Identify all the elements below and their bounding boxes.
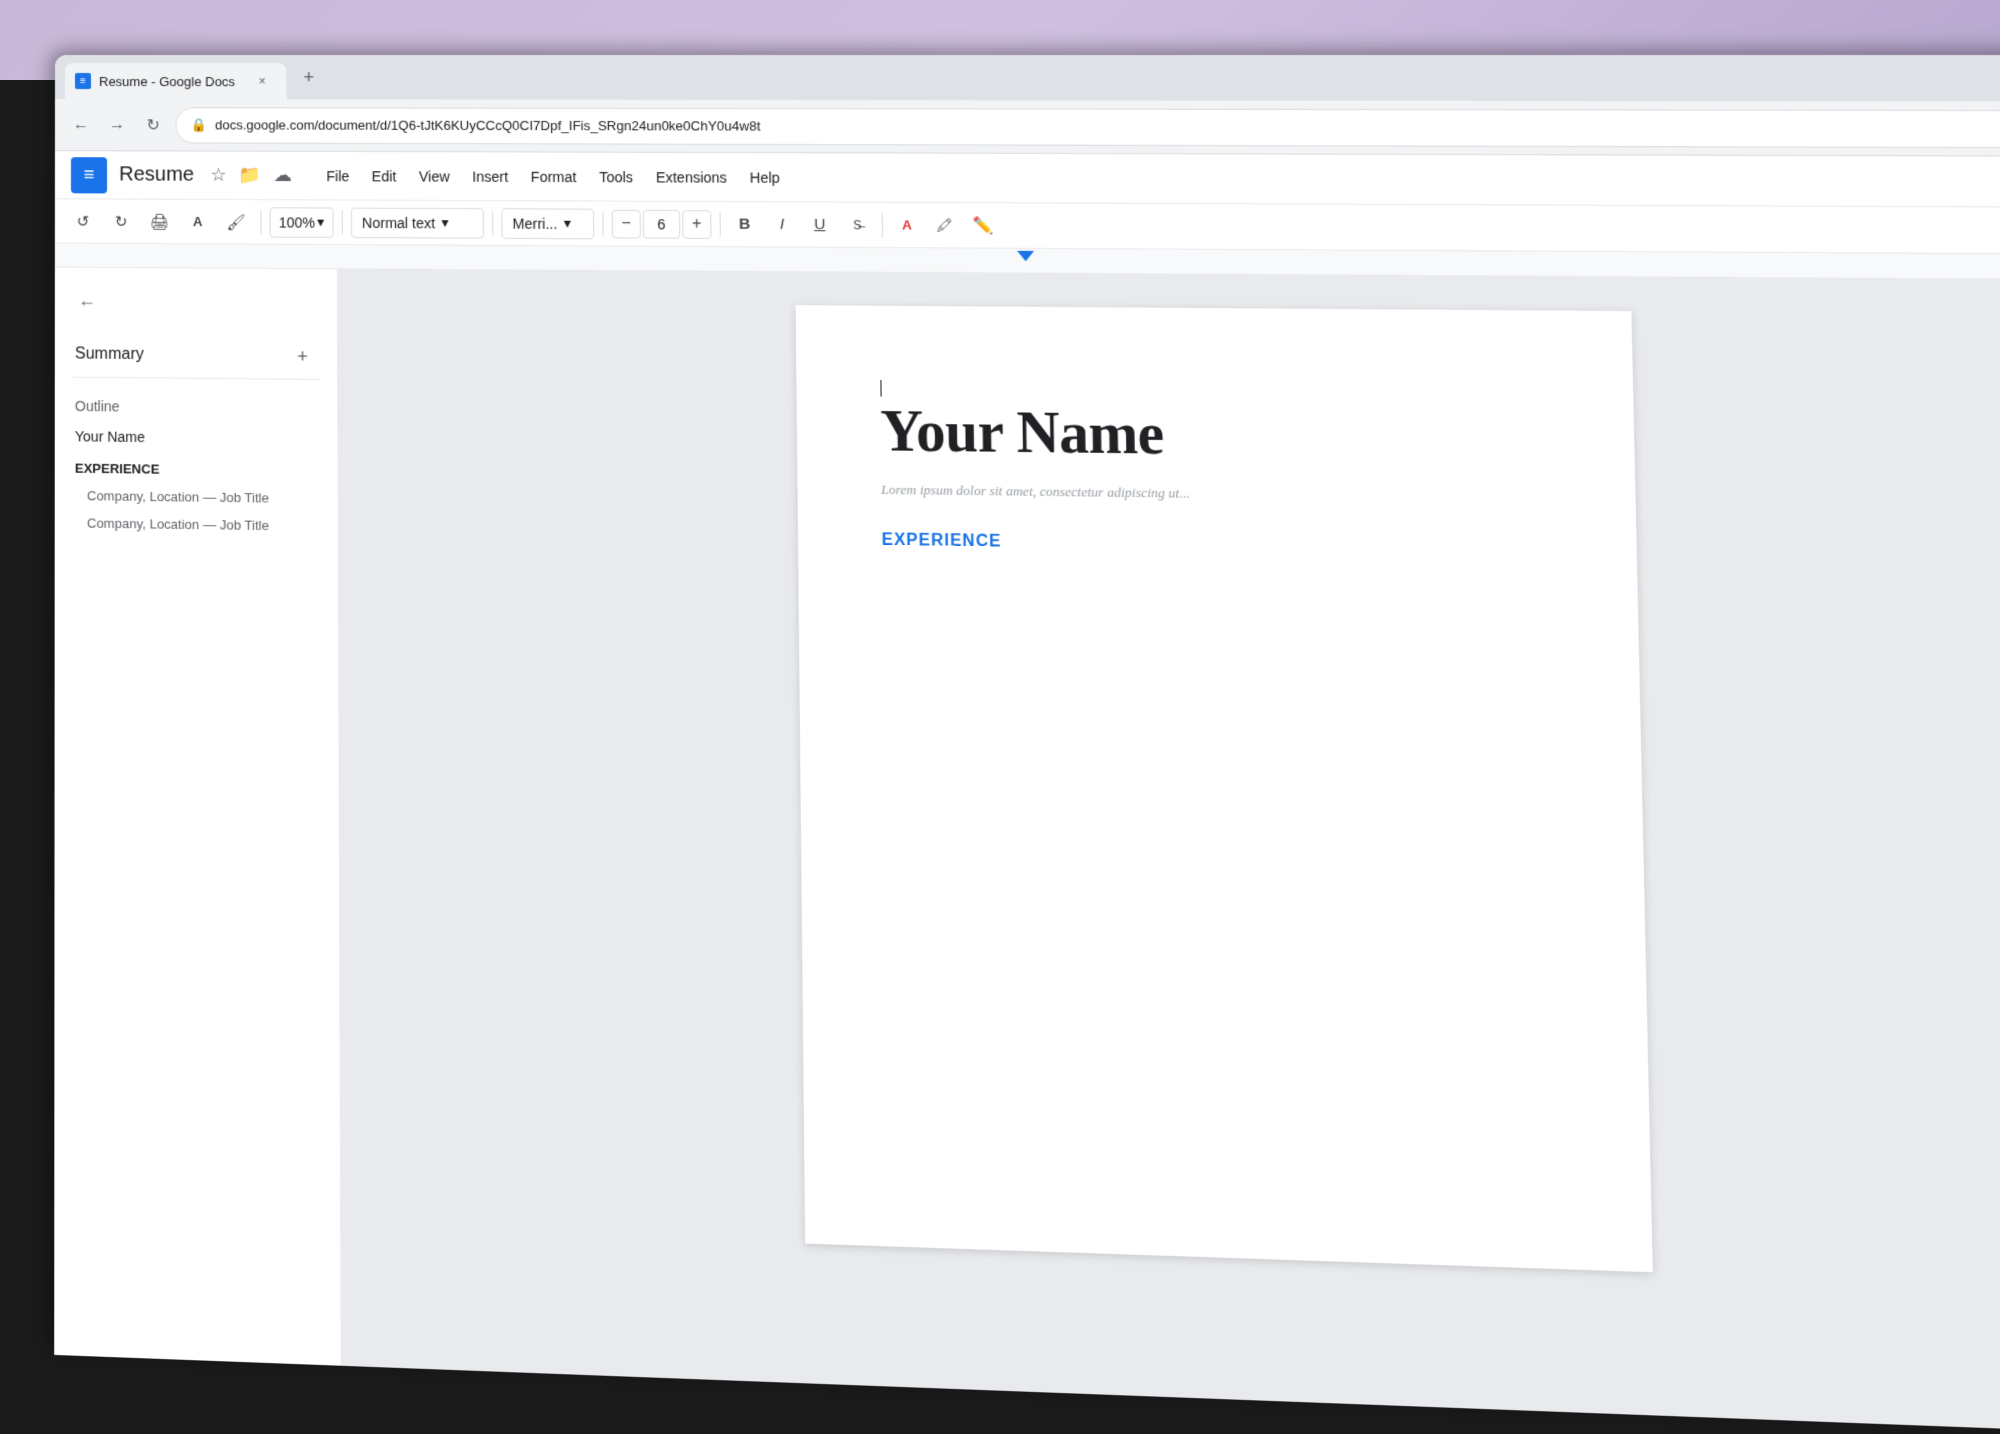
document-lorem-text: Lorem ipsum dolor sit amet, consectetur …: [881, 481, 1547, 506]
ruler-marker: [1017, 251, 1034, 261]
undo-button[interactable]: ↺: [67, 205, 99, 237]
menu-items-container: File Edit View Insert Format Tools Exten…: [316, 162, 790, 190]
tab-bar: Resume - Google Docs × +: [55, 55, 2000, 102]
tab-title: Resume - Google Docs: [99, 74, 244, 89]
underline-button[interactable]: U: [804, 209, 836, 240]
text-color-button[interactable]: A: [891, 209, 923, 240]
font-size-increase-button[interactable]: +: [682, 210, 711, 239]
outline-item-company-1[interactable]: Company, Location — Job Title: [71, 482, 322, 513]
outline-label: Outline: [71, 390, 321, 425]
toolbar-separator-4: [602, 211, 603, 236]
refresh-button[interactable]: ↻: [139, 111, 167, 139]
menu-help[interactable]: Help: [739, 164, 790, 191]
document-experience-heading: EXPERIENCE: [882, 531, 1549, 559]
font-size-input[interactable]: [643, 209, 681, 238]
address-bar[interactable]: 🔒 docs.google.com/document/d/1Q6-tJtK6KU…: [175, 107, 2000, 148]
toolbar-separator-6: [881, 213, 882, 238]
document-area[interactable]: Your Name Lorem ipsum dolor sit amet, co…: [338, 269, 2000, 1434]
font-family-dropdown[interactable]: Merri... ▾: [501, 208, 594, 239]
zoom-value: 100%: [279, 214, 315, 230]
menu-insert[interactable]: Insert: [462, 163, 519, 190]
zoom-control[interactable]: 100% ▾: [270, 207, 334, 238]
text-cursor: [880, 380, 881, 397]
menu-edit[interactable]: Edit: [362, 163, 407, 189]
bold-button[interactable]: B: [729, 209, 761, 240]
sidebar-summary-section: Summary +: [71, 332, 321, 380]
spell-check-button[interactable]: A: [182, 205, 214, 237]
strikethrough-button[interactable]: S̶: [842, 209, 874, 240]
redo-button[interactable]: ↻: [105, 205, 137, 237]
font-family-value: Merri...: [513, 215, 558, 232]
font-size-control: − +: [611, 209, 711, 238]
toolbar-separator-5: [719, 212, 720, 237]
url-text: docs.google.com/document/d/1Q6-tJtK6KUyC…: [215, 117, 2000, 136]
sidebar-summary-title: Summary: [75, 345, 144, 364]
address-bar-row: ← → ↻ 🔒 docs.google.com/document/d/1Q6-t…: [55, 99, 2000, 157]
font-size-decrease-button[interactable]: −: [611, 209, 640, 238]
link-button[interactable]: ✏️: [967, 210, 999, 241]
star-icon[interactable]: ☆: [206, 161, 230, 190]
outline-item-experience[interactable]: EXPERIENCE: [71, 454, 321, 484]
outline-item-your-name[interactable]: Your Name: [71, 422, 321, 453]
browser-window: Resume - Google Docs × + ← → ↻ 🔒 docs.go…: [54, 55, 2000, 1434]
italic-button[interactable]: I: [766, 209, 798, 240]
lock-icon: 🔒: [191, 117, 207, 133]
menu-view[interactable]: View: [409, 163, 460, 190]
menu-tools[interactable]: Tools: [589, 163, 644, 190]
text-style-value: Normal text: [362, 214, 435, 231]
print-button[interactable]: 🖨: [143, 205, 175, 237]
sidebar: ← Summary + Outline Your Name EXPERIENCE…: [54, 268, 341, 1366]
outline-item-company-2[interactable]: Company, Location — Job Title: [71, 509, 322, 540]
toolbar-separator-3: [492, 211, 493, 235]
back-button[interactable]: ←: [67, 111, 95, 139]
toolbar-separator-1: [260, 210, 261, 234]
content-area: ← Summary + Outline Your Name EXPERIENCE…: [54, 268, 2000, 1434]
sidebar-add-button[interactable]: +: [288, 342, 317, 371]
document-page: Your Name Lorem ipsum dolor sit amet, co…: [795, 305, 1652, 1272]
menu-extensions[interactable]: Extensions: [645, 163, 737, 190]
cloud-icon[interactable]: ☁: [270, 161, 296, 190]
paint-format-button[interactable]: 🖌: [220, 206, 252, 238]
highlight-button[interactable]: 🖍: [929, 210, 961, 241]
sidebar-summary-header: Summary +: [71, 332, 321, 380]
folder-icon[interactable]: 📁: [235, 161, 266, 190]
document-title[interactable]: Resume: [119, 163, 194, 186]
tab-favicon-icon: [75, 73, 91, 89]
menu-file[interactable]: File: [316, 162, 359, 188]
text-style-dropdown[interactable]: Normal text ▾: [351, 207, 484, 238]
menu-format[interactable]: Format: [520, 163, 586, 190]
document-name-heading[interactable]: Your Name: [880, 399, 1547, 473]
toolbar-separator-2: [342, 210, 343, 234]
tab-close-button[interactable]: ×: [252, 71, 272, 91]
new-tab-button[interactable]: +: [293, 61, 326, 93]
font-family-arrow-icon: ▾: [564, 215, 571, 232]
zoom-arrow-icon: ▾: [317, 214, 324, 231]
sidebar-back-button[interactable]: ←: [71, 284, 103, 316]
forward-button[interactable]: →: [103, 111, 131, 139]
browser-tab-active[interactable]: Resume - Google Docs ×: [65, 63, 287, 99]
google-docs-icon: ≡: [71, 157, 107, 193]
text-style-arrow-icon: ▾: [441, 214, 448, 231]
menu-bar: ≡ Resume ☆ 📁 ☁ File Edit View Insert For…: [55, 151, 2000, 208]
docs-logo-symbol: ≡: [84, 164, 95, 185]
